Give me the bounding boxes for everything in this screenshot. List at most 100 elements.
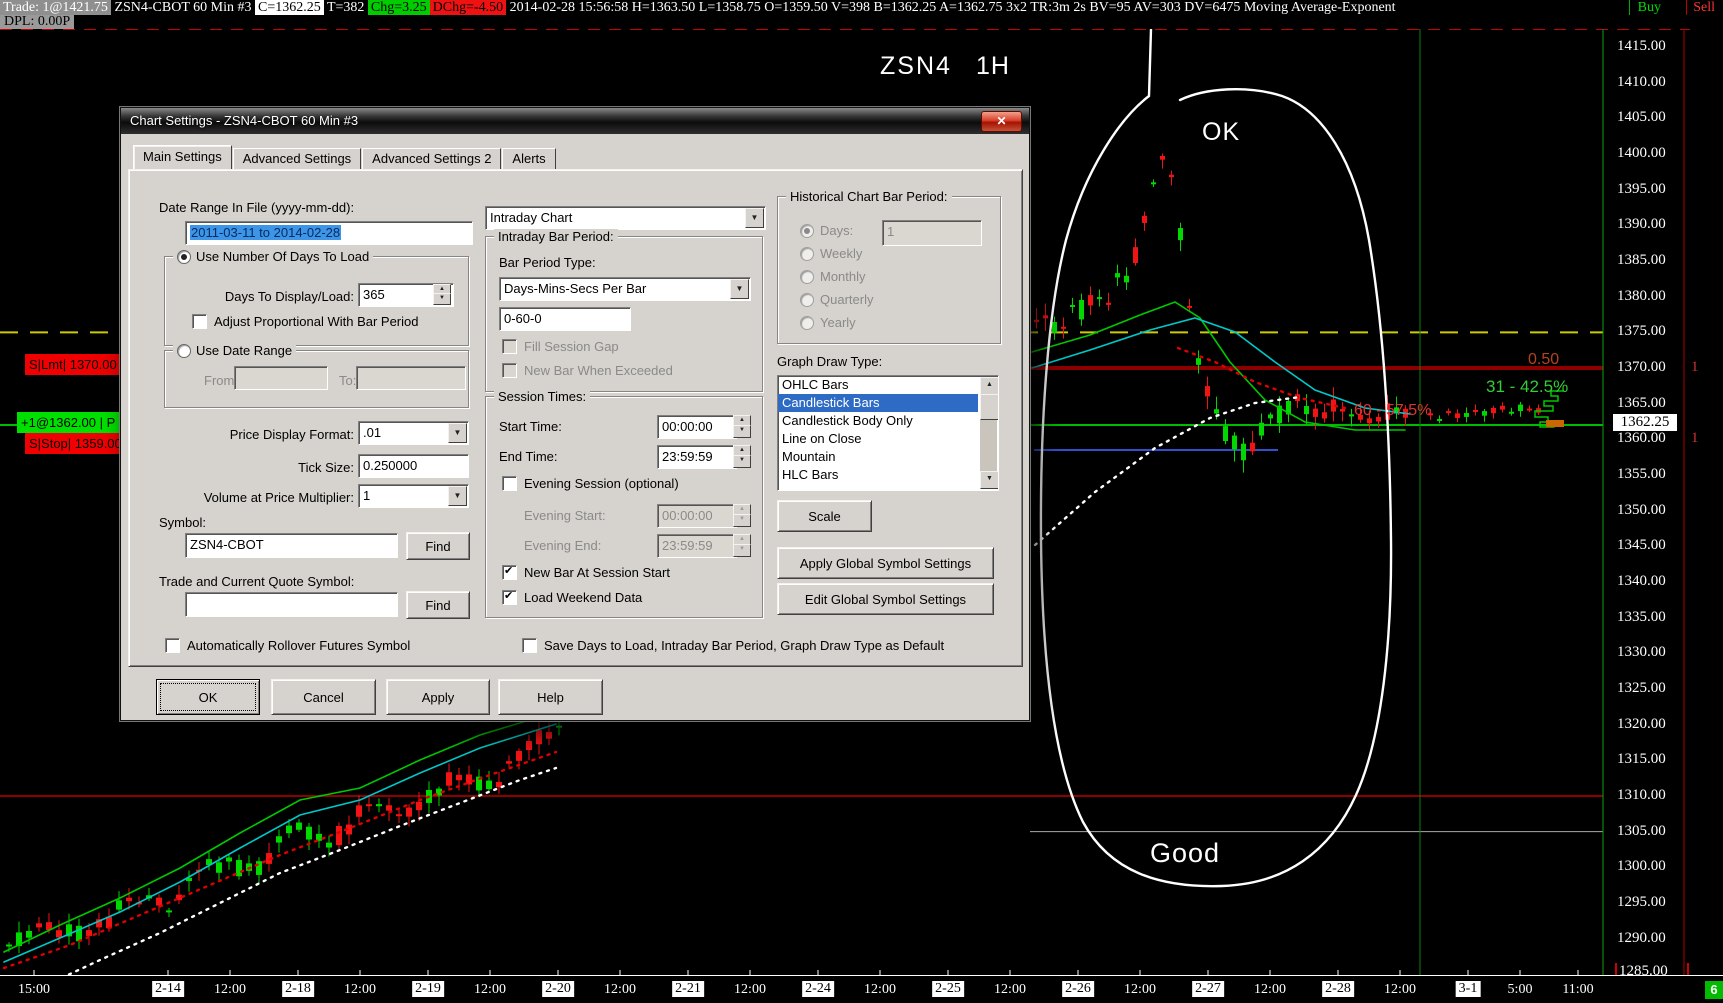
dialog-titlebar[interactable]: Chart Settings - ZSN4-CBOT 60 Min #3 ✕ [121, 108, 1029, 134]
graph-type-option-hlc-bars[interactable]: HLC Bars [778, 466, 978, 484]
chevron-down-icon[interactable]: ▼ [730, 279, 749, 299]
limit-order-label[interactable]: S|Lmt| 1370.00 [25, 354, 129, 375]
fib-level-label: 0.50 [1528, 351, 1560, 368]
historical-group-header: Historical Chart Bar Period: [786, 189, 952, 204]
chevron-down-icon[interactable]: ▼ [745, 208, 764, 228]
candlestick [1500, 405, 1505, 410]
bar-period-type-dropdown[interactable]: Days-Mins-Secs Per Bar ▼ [499, 277, 751, 301]
spin-down-icon[interactable]: ▼ [733, 424, 751, 438]
edit-global-symbol-settings-button[interactable]: Edit Global Symbol Settings [777, 583, 994, 615]
stop-order-label[interactable]: S|Stop| 1359.00 [25, 433, 129, 454]
chevron-down-icon[interactable]: ▼ [448, 486, 467, 506]
scrollbar-thumb[interactable] [980, 394, 998, 420]
annotation-ok: OK [1202, 118, 1241, 146]
ok-button[interactable]: OK [156, 679, 260, 715]
candlestick [1079, 300, 1084, 320]
tab-advanced-settings-2[interactable]: Advanced Settings 2 [362, 148, 502, 169]
listbox-scrollbar[interactable]: ▲ ▼ [980, 377, 998, 489]
end-time-field[interactable]: 23:59:59 [657, 445, 737, 469]
chevron-down-icon[interactable]: ▼ [448, 423, 467, 443]
hist-option-weekly[interactable]: Weekly [800, 246, 862, 261]
evening-start-label: Evening Start: [524, 508, 606, 523]
days-spinner[interactable]: ▲ ▼ [433, 284, 451, 305]
graph-type-option-ohlc-bars[interactable]: OHLC Bars [778, 376, 978, 394]
sell-button[interactable]: Sell [1686, 0, 1721, 15]
start-time-spinner[interactable]: ▲ ▼ [733, 415, 751, 438]
time-axis-label-11-00: 11:00 [1562, 982, 1594, 997]
new-bar-at-session-start-checkbox[interactable] [502, 564, 517, 580]
symbol-field[interactable]: ZSN4-CBOT [185, 533, 398, 558]
scroll-down-icon[interactable]: ▼ [980, 471, 998, 489]
apply-global-symbol-settings-button[interactable]: Apply Global Symbol Settings [777, 547, 994, 579]
fill-session-gap-label: Fill Session Gap [524, 339, 619, 354]
symbol-find-button[interactable]: Find [406, 532, 470, 560]
adjust-proportional-checkbox[interactable] [192, 314, 207, 329]
tab-advanced-settings[interactable]: Advanced Settings [232, 148, 362, 169]
trade-symbol-field[interactable] [185, 592, 398, 617]
bar-period-field[interactable]: 0-60-0 [499, 307, 631, 331]
hist-option-quarterly[interactable]: Quarterly [800, 292, 873, 307]
moving-average-line [1176, 346, 1347, 410]
price-display-format-dropdown[interactable]: .01 ▼ [358, 421, 469, 445]
candlestick [1088, 295, 1093, 306]
close-icon[interactable]: ✕ [981, 111, 1022, 132]
tab-main-settings[interactable]: Main Settings [133, 145, 232, 169]
date-range-field[interactable]: 2011-03-11 to 2014-02-28 [185, 221, 473, 245]
volume-multiplier-dropdown[interactable]: 1 ▼ [358, 484, 469, 508]
time-axis-label-12-00: 12:00 [994, 982, 1026, 997]
trade-symbol-find-button[interactable]: Find [406, 591, 470, 619]
price-scale-label: 1320.00 [1617, 715, 1666, 732]
hist-option-yearly[interactable]: Yearly [800, 315, 856, 330]
spin-down-icon[interactable]: ▼ [433, 292, 451, 305]
load-weekend-data-checkbox[interactable] [502, 589, 517, 605]
end-time-spinner[interactable]: ▲ ▼ [733, 445, 751, 468]
save-default-checkbox[interactable] [522, 638, 537, 653]
help-button[interactable]: Help [498, 679, 603, 715]
annotation-period: 1H [976, 52, 1010, 80]
price-scale-label: 1325.00 [1617, 679, 1666, 696]
graph-type-option-mountain[interactable]: Mountain [778, 448, 978, 466]
graph-type-option-line-on-close[interactable]: Line on Close [778, 430, 978, 448]
candlestick [526, 740, 532, 751]
graph-type-option-candlestick-bars[interactable]: Candlestick Bars [778, 394, 978, 412]
candlestick [236, 860, 242, 877]
candlestick [166, 910, 172, 913]
use-date-range-header[interactable]: Use Date Range [173, 343, 297, 358]
candlestick [1250, 442, 1255, 452]
use-date-range-label: Use Date Range [196, 343, 293, 358]
price-scale-label: 1330.00 [1617, 644, 1666, 661]
historical-days-field: 1 [882, 220, 982, 246]
scale-button[interactable]: Scale [777, 500, 872, 532]
auto-rollover-checkbox[interactable] [165, 638, 180, 653]
use-date-range-radio[interactable] [177, 343, 191, 358]
price-scale-label: 1390.00 [1617, 216, 1666, 233]
to-field[interactable] [356, 366, 466, 390]
graph-draw-type-listbox[interactable]: OHLC Bars Candlestick Bars Candlestick Bod… [777, 375, 999, 491]
chart-type-dropdown[interactable]: Intraday Chart ▼ [485, 206, 766, 230]
spin-down-icon[interactable]: ▼ [733, 454, 751, 468]
tab-alerts[interactable]: Alerts [502, 148, 556, 169]
from-field[interactable] [234, 366, 328, 390]
from-label: From: [204, 373, 238, 388]
main-settings-tab-panel: Date Range In File (yyyy-mm-dd): 2011-03… [128, 169, 1023, 667]
evening-end-field: 23:59:59 [657, 534, 737, 558]
evening-session-checkbox[interactable] [502, 476, 517, 491]
hist-option-days[interactable]: Days: [800, 223, 853, 238]
tick-size-field[interactable]: 0.250000 [358, 454, 469, 478]
hist-radio-icon [800, 269, 814, 284]
price-scale-label: 1335.00 [1617, 608, 1666, 625]
graph-type-option-candlestick-body-only[interactable]: Candlestick Body Only [778, 412, 978, 430]
start-time-field[interactable]: 00:00:00 [657, 415, 737, 439]
hist-option-monthly[interactable]: Monthly [800, 269, 866, 284]
hist-radio-icon [800, 292, 814, 307]
use-days-group-header[interactable]: Use Number Of Days To Load [173, 249, 374, 264]
scroll-up-icon[interactable]: ▲ [980, 377, 998, 395]
apply-button[interactable]: Apply [386, 679, 490, 715]
trade-symbol-label: Trade and Current Quote Symbol: [159, 574, 355, 589]
time-axis-label-2-27: 2-27 [1192, 981, 1224, 997]
cancel-button[interactable]: Cancel [271, 679, 376, 715]
position-label[interactable]: +1@1362.00 | P [17, 412, 129, 433]
use-days-radio[interactable] [177, 249, 191, 264]
candlestick [1142, 215, 1147, 223]
buy-button[interactable]: Buy [1628, 0, 1669, 15]
